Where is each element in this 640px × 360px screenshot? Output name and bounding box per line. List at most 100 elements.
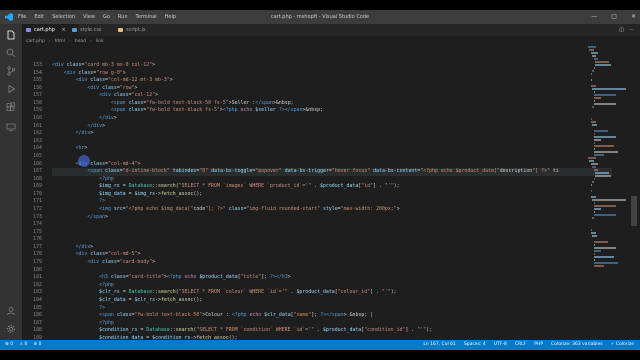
code-line[interactable]: <div class="col-md-4"> xyxy=(52,161,612,169)
explorer-icon[interactable] xyxy=(6,30,16,40)
code-line[interactable]: <img src="<?php echo $img_data["code"]; … xyxy=(52,206,612,214)
close-icon[interactable]: ✕ xyxy=(631,10,636,24)
maximize-icon[interactable]: □ xyxy=(611,10,617,24)
php-file-icon xyxy=(26,28,31,32)
code-line[interactable]: $img_rs = Database::search("SELECT * FRO… xyxy=(52,183,612,191)
minimap[interactable] xyxy=(588,46,627,350)
breadcrumb-item[interactable]: html xyxy=(55,37,65,46)
status-bar: ⊗ 0 ⚠ 0 ⊘ 0 Ln 167, Col 61 Spaces: 4 UTF… xyxy=(0,340,640,350)
code-line[interactable]: </div> xyxy=(52,130,612,138)
code-line[interactable]: ?> xyxy=(52,305,612,313)
source-control-icon[interactable] xyxy=(6,66,16,76)
breadcrumb-item[interactable]: cart.php xyxy=(26,37,45,46)
code-line[interactable]: <?php xyxy=(52,282,612,290)
minimap-row xyxy=(590,184,593,186)
code-line[interactable]: ?> xyxy=(52,198,612,206)
line-number: 183 xyxy=(33,289,42,296)
code-editor[interactable]: 153 154 155 156 157 158 159 160 161 162 163 164 165 1… xyxy=(22,46,640,350)
code-line[interactable]: $img_data = $img_rs->fetch_assoc(); xyxy=(52,191,612,199)
code-line[interactable]: $clr_rs = Database::search("SELECT * FRO… xyxy=(52,289,612,297)
code-line[interactable]: </div> xyxy=(52,123,612,131)
code-line[interactable]: <div class="row g-0"> xyxy=(52,70,612,78)
run-debug-icon[interactable] xyxy=(6,84,16,94)
minimap-row xyxy=(590,52,599,54)
code-area[interactable]: <div class="card mb-3 mx-0 col-12"> <div… xyxy=(52,62,612,342)
close-icon[interactable]: × xyxy=(62,27,66,33)
line-number: 173 xyxy=(33,213,42,220)
code-line[interactable]: </div> xyxy=(52,244,612,252)
code-line[interactable]: <div class="col-md-5"> xyxy=(52,251,612,259)
cursor-position[interactable]: Ln 167, Col 61 xyxy=(423,340,456,350)
breadcrumb-item[interactable]: link xyxy=(96,37,104,46)
line-number: 163 xyxy=(33,137,42,144)
tab-script-js[interactable]: script.js xyxy=(114,24,170,36)
line-number: 159 xyxy=(33,107,42,114)
code-line[interactable]: <div class="col-12"> xyxy=(52,92,612,100)
code-line[interactable]: <span class="fw-bold text-black-50 fs-5"… xyxy=(52,100,612,108)
minimap-row xyxy=(593,154,604,156)
code-line[interactable]: <hr> xyxy=(52,145,612,153)
extensions-icon[interactable] xyxy=(6,102,16,112)
line-ending[interactable]: CRLF xyxy=(515,340,526,350)
vertical-scrollbar[interactable] xyxy=(630,46,638,350)
code-line[interactable] xyxy=(52,236,612,244)
code-line[interactable]: $condition_rs = Database::search("SELECT… xyxy=(52,327,612,335)
minimap-row xyxy=(593,133,595,135)
errors-count[interactable]: ⊗ 0 xyxy=(5,340,13,350)
line-number: 170 xyxy=(33,190,42,197)
line-number: 176 xyxy=(33,236,42,243)
warnings-count[interactable]: ⚠ 0 xyxy=(19,340,27,350)
code-line[interactable] xyxy=(52,221,612,229)
code-line[interactable]: </span> xyxy=(52,214,612,222)
code-line[interactable] xyxy=(52,138,612,146)
minimap-row xyxy=(590,118,593,120)
menu-terminal[interactable]: Terminal xyxy=(136,10,157,24)
menu-run[interactable]: Run xyxy=(118,10,128,24)
minimap-row xyxy=(593,97,602,99)
indentation[interactable]: Spaces: 4 xyxy=(464,340,486,350)
minimap-row xyxy=(593,67,595,69)
menu-edit[interactable]: Edit xyxy=(34,10,44,24)
minimize-icon[interactable]: — xyxy=(591,10,597,24)
line-number: 179 xyxy=(33,259,42,266)
more-actions-icon[interactable]: ⋯ xyxy=(629,24,634,36)
menu-go[interactable]: Go xyxy=(103,10,110,24)
scroll-thumb[interactable] xyxy=(631,196,637,226)
code-line[interactable]: $clr_data = $clr_rs->fetch_assoc(); xyxy=(52,297,612,305)
breadcrumb-item[interactable]: head xyxy=(75,37,86,46)
code-line[interactable]: <?php xyxy=(52,176,612,184)
code-line[interactable]: <div class="card mb-3 mx-0 col-12"> xyxy=(52,62,612,70)
menu-selection[interactable]: Selection xyxy=(52,10,75,24)
colorize-variables[interactable]: Colorize: 363 variables xyxy=(551,340,603,350)
code-line[interactable]: <div class="row"> xyxy=(52,85,612,93)
code-line[interactable]: <?php xyxy=(52,320,612,328)
encoding[interactable]: UTF-8 xyxy=(494,340,507,350)
code-line[interactable]: <div class="card-body"> xyxy=(52,259,612,267)
code-line[interactable]: </div> xyxy=(52,115,612,123)
minimap-row xyxy=(593,208,602,210)
code-line[interactable]: <span class="fw-bold text-black fs-5"><?… xyxy=(52,107,612,115)
line-number: 175 xyxy=(33,228,42,235)
code-line[interactable] xyxy=(52,267,612,275)
search-icon[interactable] xyxy=(6,48,16,58)
split-editor-icon[interactable]: ◫ xyxy=(619,24,624,36)
code-line[interactable] xyxy=(52,229,612,237)
remote-explorer-icon[interactable] xyxy=(6,122,16,132)
minimap-row xyxy=(592,217,594,219)
code-line[interactable]: <span class="fw-bold text-black-50">Colo… xyxy=(52,312,612,320)
code-line[interactable]: <h3 class="card-title"><?php echo $produ… xyxy=(52,274,612,282)
info-count[interactable]: ⊘ 0 xyxy=(33,340,41,350)
colorize-toggle[interactable]: ✓ Colorize xyxy=(611,340,634,350)
code-line[interactable]: <div class="col-md-12 mt-3 mb-3"> xyxy=(52,77,612,85)
manage-gear-icon[interactable] xyxy=(6,324,16,334)
language-mode[interactable]: PHP xyxy=(534,340,543,350)
menu-view[interactable]: View xyxy=(83,10,95,24)
account-icon[interactable] xyxy=(6,306,16,316)
minimap-row xyxy=(590,85,596,87)
minimap-row xyxy=(595,175,611,177)
line-number: 169 xyxy=(33,183,42,190)
menu-help[interactable]: Help xyxy=(165,10,176,24)
code-line[interactable] xyxy=(52,153,612,161)
menu-file[interactable]: File xyxy=(18,10,26,24)
code-line[interactable]: <span class="d-inline-block" tabindex="0… xyxy=(52,168,612,176)
